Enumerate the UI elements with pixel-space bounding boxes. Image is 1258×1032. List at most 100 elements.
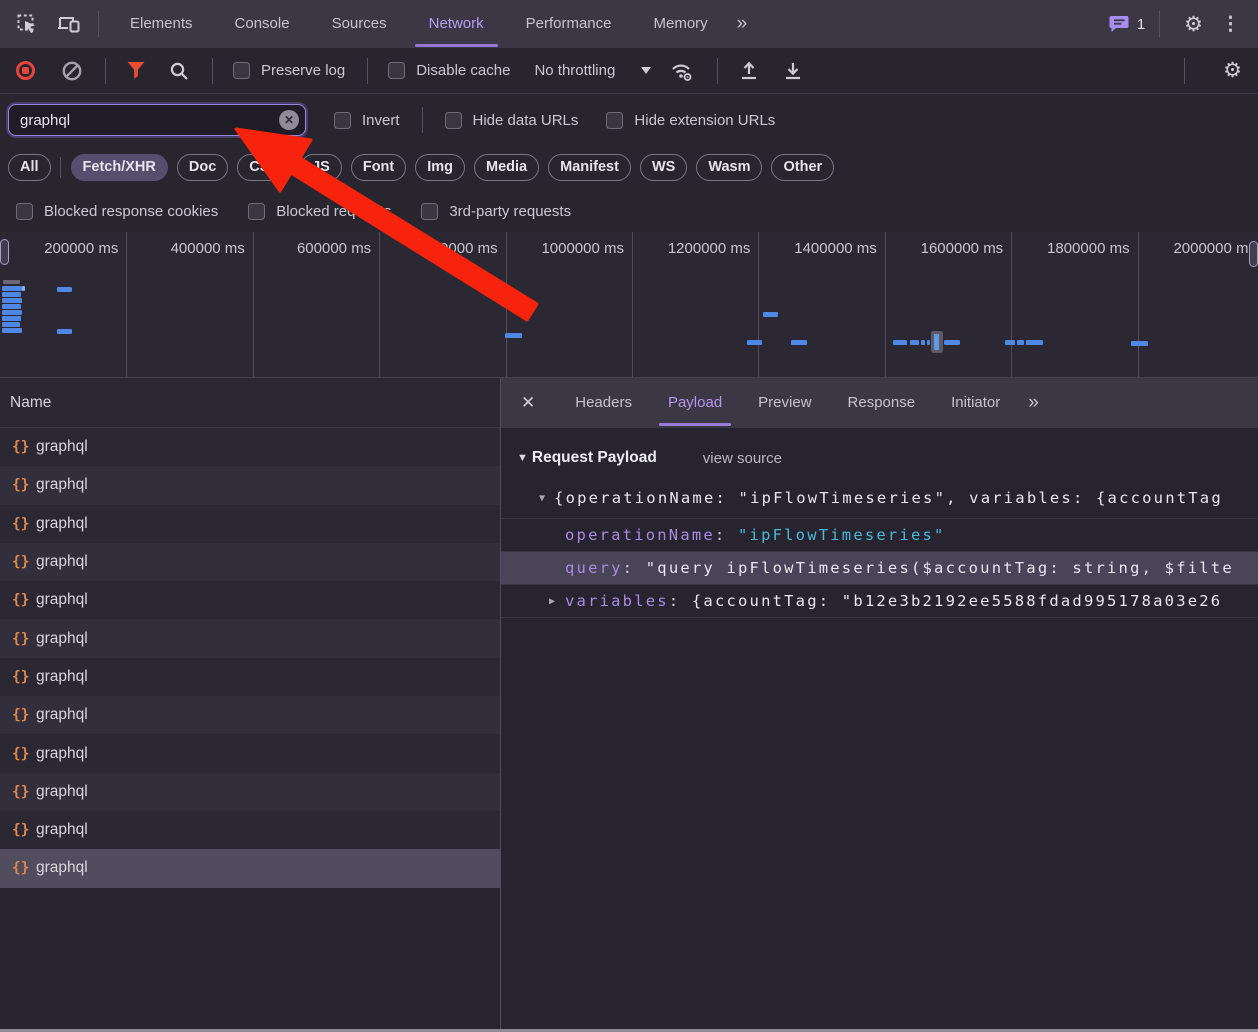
device-toolbar-icon[interactable] <box>56 11 82 37</box>
request-row[interactable]: {} graphql <box>0 849 500 888</box>
network-request-bar[interactable] <box>22 286 25 291</box>
resource-type-chip[interactable]: CSS <box>237 153 292 181</box>
detail-tab[interactable]: Headers <box>557 378 650 428</box>
detail-tab[interactable]: Payload <box>650 378 740 428</box>
overview-timeline[interactable]: 200000 ms 400000 ms 600000 ms 800000 ms 1000… <box>0 232 1258 378</box>
network-request-bar[interactable] <box>1017 340 1024 345</box>
disable-cache-checkbox[interactable]: Disable cache <box>388 62 510 79</box>
checkbox-box[interactable] <box>233 62 250 79</box>
payload-raw-preview[interactable]: ▼ {operationName: "ipFlowTimeseries", va… <box>539 486 1258 510</box>
resource-type-chip[interactable]: WS <box>639 153 688 181</box>
network-conditions-icon[interactable] <box>669 59 695 83</box>
kebab-menu-icon[interactable]: ⋮ <box>1217 15 1244 34</box>
network-request-bar[interactable] <box>57 287 72 292</box>
network-request-bar[interactable] <box>893 340 907 345</box>
network-request-bar[interactable] <box>2 310 22 315</box>
throttling-select[interactable]: No throttling <box>534 62 652 79</box>
settings-gear-icon[interactable]: ⚙ <box>1184 14 1203 35</box>
checkbox-box[interactable] <box>16 202 33 220</box>
network-request-bar[interactable] <box>2 322 20 327</box>
network-request-bar[interactable] <box>2 286 22 291</box>
request-row[interactable]: {} graphql <box>0 466 500 505</box>
network-request-bar[interactable] <box>2 292 21 297</box>
collapse-arrow-icon[interactable]: ▼ <box>517 452 528 464</box>
inspect-element-icon[interactable] <box>14 11 40 37</box>
request-row[interactable]: {} graphql <box>0 428 500 467</box>
resource-type-chip[interactable]: Media <box>474 153 540 181</box>
network-request-bar[interactable] <box>763 312 778 317</box>
checkbox-box[interactable] <box>248 202 266 220</box>
request-row[interactable]: {} graphql <box>0 772 500 811</box>
filter-funnel-icon[interactable] <box>126 61 146 80</box>
checkbox-box[interactable] <box>444 111 462 129</box>
request-row[interactable]: {} graphql <box>0 619 500 658</box>
network-request-bar[interactable] <box>2 328 22 333</box>
network-request-bar[interactable] <box>505 333 522 338</box>
request-row[interactable]: {} graphql <box>0 696 500 735</box>
invert-checkbox[interactable]: Invert <box>334 111 400 129</box>
network-request-bar[interactable] <box>57 329 72 334</box>
request-row[interactable]: {} graphql <box>0 810 500 850</box>
resource-type-chip[interactable]: Wasm <box>696 153 763 181</box>
request-row[interactable]: {} graphql <box>0 734 500 773</box>
filter-input[interactable] <box>8 104 306 136</box>
resource-type-chip[interactable]: Font <box>350 153 407 181</box>
request-row[interactable]: {} graphql <box>0 542 500 582</box>
network-request-bar[interactable] <box>3 280 20 284</box>
record-button[interactable] <box>16 61 35 80</box>
search-icon[interactable] <box>168 60 190 82</box>
issues-badge[interactable]: 1 <box>1108 14 1145 34</box>
payload-tree-row[interactable]: query: "query ipFlowTimeseries($accountT… <box>501 552 1258 585</box>
overview-right-handle[interactable] <box>1249 241 1258 267</box>
resource-type-chip[interactable]: JS <box>300 153 342 181</box>
extra-filter-checkbox[interactable]: 3rd-party requests <box>421 202 571 220</box>
overview-left-handle[interactable] <box>0 239 9 265</box>
panel-resize-divider[interactable] <box>500 378 501 1032</box>
resource-type-chip[interactable]: Img <box>415 153 466 181</box>
network-request-bar[interactable] <box>2 304 21 309</box>
panel-tab[interactable]: Sources <box>311 0 408 48</box>
network-request-bar[interactable] <box>910 340 919 345</box>
resource-type-chip[interactable]: Doc <box>176 153 229 181</box>
network-request-bar[interactable] <box>747 340 762 345</box>
clear-filter-icon[interactable]: ✕ <box>279 110 299 130</box>
checkbox-box[interactable] <box>421 202 439 220</box>
clear-network-log-icon[interactable] <box>61 60 83 82</box>
network-request-bar[interactable] <box>2 316 21 321</box>
hide-extension-urls-checkbox[interactable]: Hide extension URLs <box>606 111 775 129</box>
resource-type-chip[interactable]: Manifest <box>548 153 631 181</box>
hide-data-urls-checkbox[interactable]: Hide data URLs <box>444 111 578 129</box>
request-row[interactable]: {} graphql <box>0 504 500 543</box>
panel-tab[interactable]: Memory <box>633 0 729 48</box>
checkbox-box[interactable] <box>334 111 351 129</box>
request-row[interactable]: {} graphql <box>0 581 500 620</box>
panel-tab[interactable]: Elements <box>109 0 214 48</box>
resource-type-chip[interactable]: Fetch/XHR <box>70 153 168 181</box>
network-request-bar[interactable] <box>927 340 930 345</box>
resource-type-chip[interactable]: All <box>8 153 60 181</box>
network-request-bar[interactable] <box>1005 340 1015 345</box>
extra-filter-checkbox[interactable]: Blocked requests <box>248 202 391 220</box>
extra-filter-checkbox[interactable]: Blocked response cookies <box>16 202 218 220</box>
export-har-icon[interactable] <box>782 60 804 82</box>
preserve-log-checkbox[interactable]: Preserve log <box>233 62 345 79</box>
network-request-bar[interactable] <box>791 340 807 345</box>
more-tabs-icon[interactable]: » <box>729 13 757 35</box>
view-source-link[interactable]: view source <box>703 450 782 467</box>
detail-tab[interactable]: Response <box>830 378 934 428</box>
collapse-arrow-icon[interactable]: ▼ <box>539 493 545 504</box>
network-request-bar[interactable] <box>944 340 960 345</box>
name-column-header[interactable]: Name <box>0 378 500 428</box>
close-detail-icon[interactable]: ✕ <box>515 393 541 413</box>
checkbox-box[interactable] <box>606 111 624 129</box>
detail-tab[interactable]: Preview <box>740 378 829 428</box>
import-har-icon[interactable] <box>738 60 760 82</box>
network-request-bar[interactable] <box>921 340 925 345</box>
network-request-bar[interactable] <box>1026 340 1043 345</box>
more-detail-tabs-icon[interactable]: » <box>1020 392 1048 414</box>
detail-tab[interactable]: Initiator <box>933 378 1018 428</box>
payload-tree-row[interactable]: operationName: "ipFlowTimeseries" <box>501 519 1258 552</box>
panel-tab[interactable]: Console <box>214 0 311 48</box>
network-request-bar[interactable] <box>2 298 22 303</box>
resource-type-chip[interactable]: Other <box>771 153 835 181</box>
